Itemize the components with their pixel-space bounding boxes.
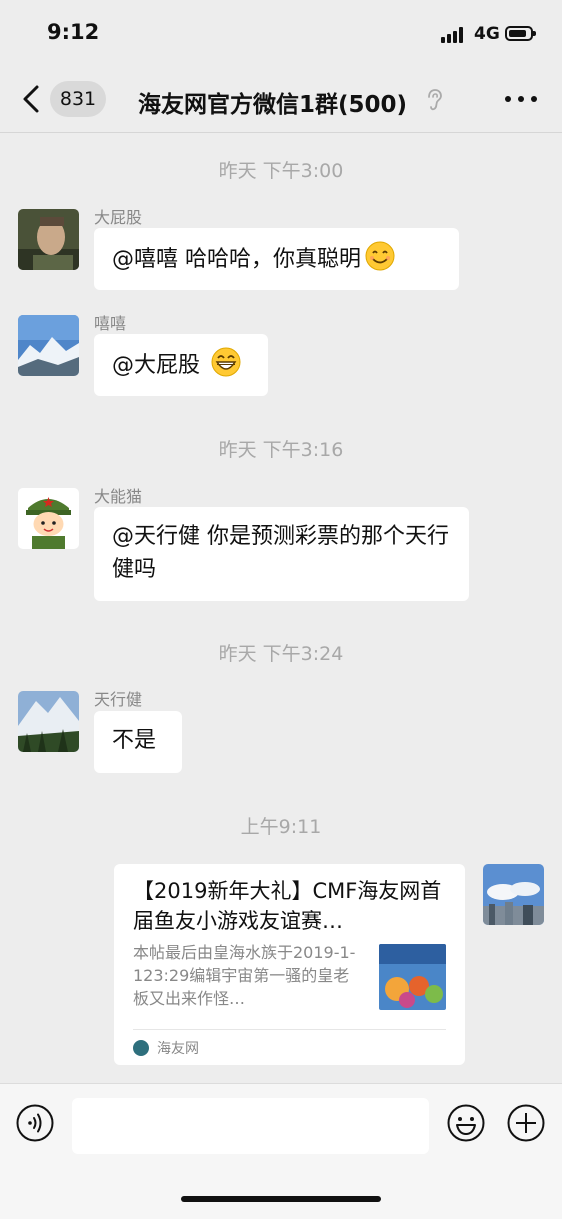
signal-icon: [441, 27, 469, 43]
unread-count-badge[interactable]: 831: [50, 81, 106, 117]
network-type: 4G: [474, 24, 500, 44]
message-text: @嘻嘻 哈哈哈，你真聪明: [112, 247, 361, 272]
avatar[interactable]: [18, 209, 79, 270]
sender-name: 大能猫: [94, 487, 143, 506]
chat-header: 831 海友网官方微信1群(500): [0, 68, 562, 133]
timestamp: 昨天 下午3:00: [218, 160, 344, 182]
link-card[interactable]: 【2019新年大礼】CMF海友网首届鱼友小游戏友谊赛… 本帖最后由皇海水族于20…: [114, 864, 465, 1065]
timestamp: 上午9:11: [240, 816, 322, 838]
message-bubble[interactable]: @嘻嘻 哈哈哈，你真聪明: [94, 228, 459, 290]
grin-emoji-icon: [211, 347, 241, 377]
chat-title: 海友网官方微信1群(500): [138, 92, 408, 118]
battery-icon: [505, 26, 536, 41]
timestamp: 昨天 下午3:24: [218, 643, 344, 665]
link-card-source-name: 海友网: [157, 1041, 199, 1057]
status-bar: 9:12 4G: [0, 0, 562, 68]
back-arrow-icon[interactable]: [18, 84, 48, 114]
message-text: @天行健 你是预测彩票的那个天行健吗: [112, 524, 449, 582]
source-logo-icon: [133, 1040, 149, 1056]
smile-emoji-icon: [365, 241, 395, 271]
mute-ear-icon: [428, 89, 442, 111]
sender-name: 天行健: [94, 690, 143, 709]
voice-icon[interactable]: [16, 1104, 54, 1142]
add-icon[interactable]: [507, 1104, 545, 1142]
avatar[interactable]: [18, 488, 79, 549]
timestamp: 昨天 下午3:16: [218, 439, 344, 461]
message-input[interactable]: [72, 1098, 429, 1154]
link-card-description: 本帖最后由皇海水族于2019-1-123:29编辑宇宙第一骚的皇老板又出来作怪…: [133, 943, 356, 1008]
emoji-icon[interactable]: [447, 1104, 485, 1142]
sender-name: 嘻嘻: [94, 314, 127, 333]
message-bubble[interactable]: @大屁股: [94, 334, 268, 396]
message-text: @大屁股: [112, 353, 207, 378]
divider: [133, 1029, 446, 1030]
home-indicator: [181, 1196, 381, 1202]
message-bubble[interactable]: 不是: [94, 711, 182, 773]
sender-name: 大屁股: [94, 208, 143, 227]
message-text: 不是: [112, 728, 157, 753]
avatar[interactable]: [18, 315, 79, 376]
link-card-source: 海友网: [133, 1038, 199, 1058]
more-options-icon[interactable]: [505, 96, 537, 104]
status-time: 9:12: [47, 20, 100, 44]
avatar[interactable]: [18, 691, 79, 752]
message-bubble[interactable]: @天行健 你是预测彩票的那个天行健吗: [94, 507, 469, 601]
link-card-thumbnail: [379, 944, 446, 1010]
my-avatar[interactable]: [483, 864, 544, 925]
link-card-title: 【2019新年大礼】CMF海友网首届鱼友小游戏友谊赛…: [133, 879, 442, 933]
